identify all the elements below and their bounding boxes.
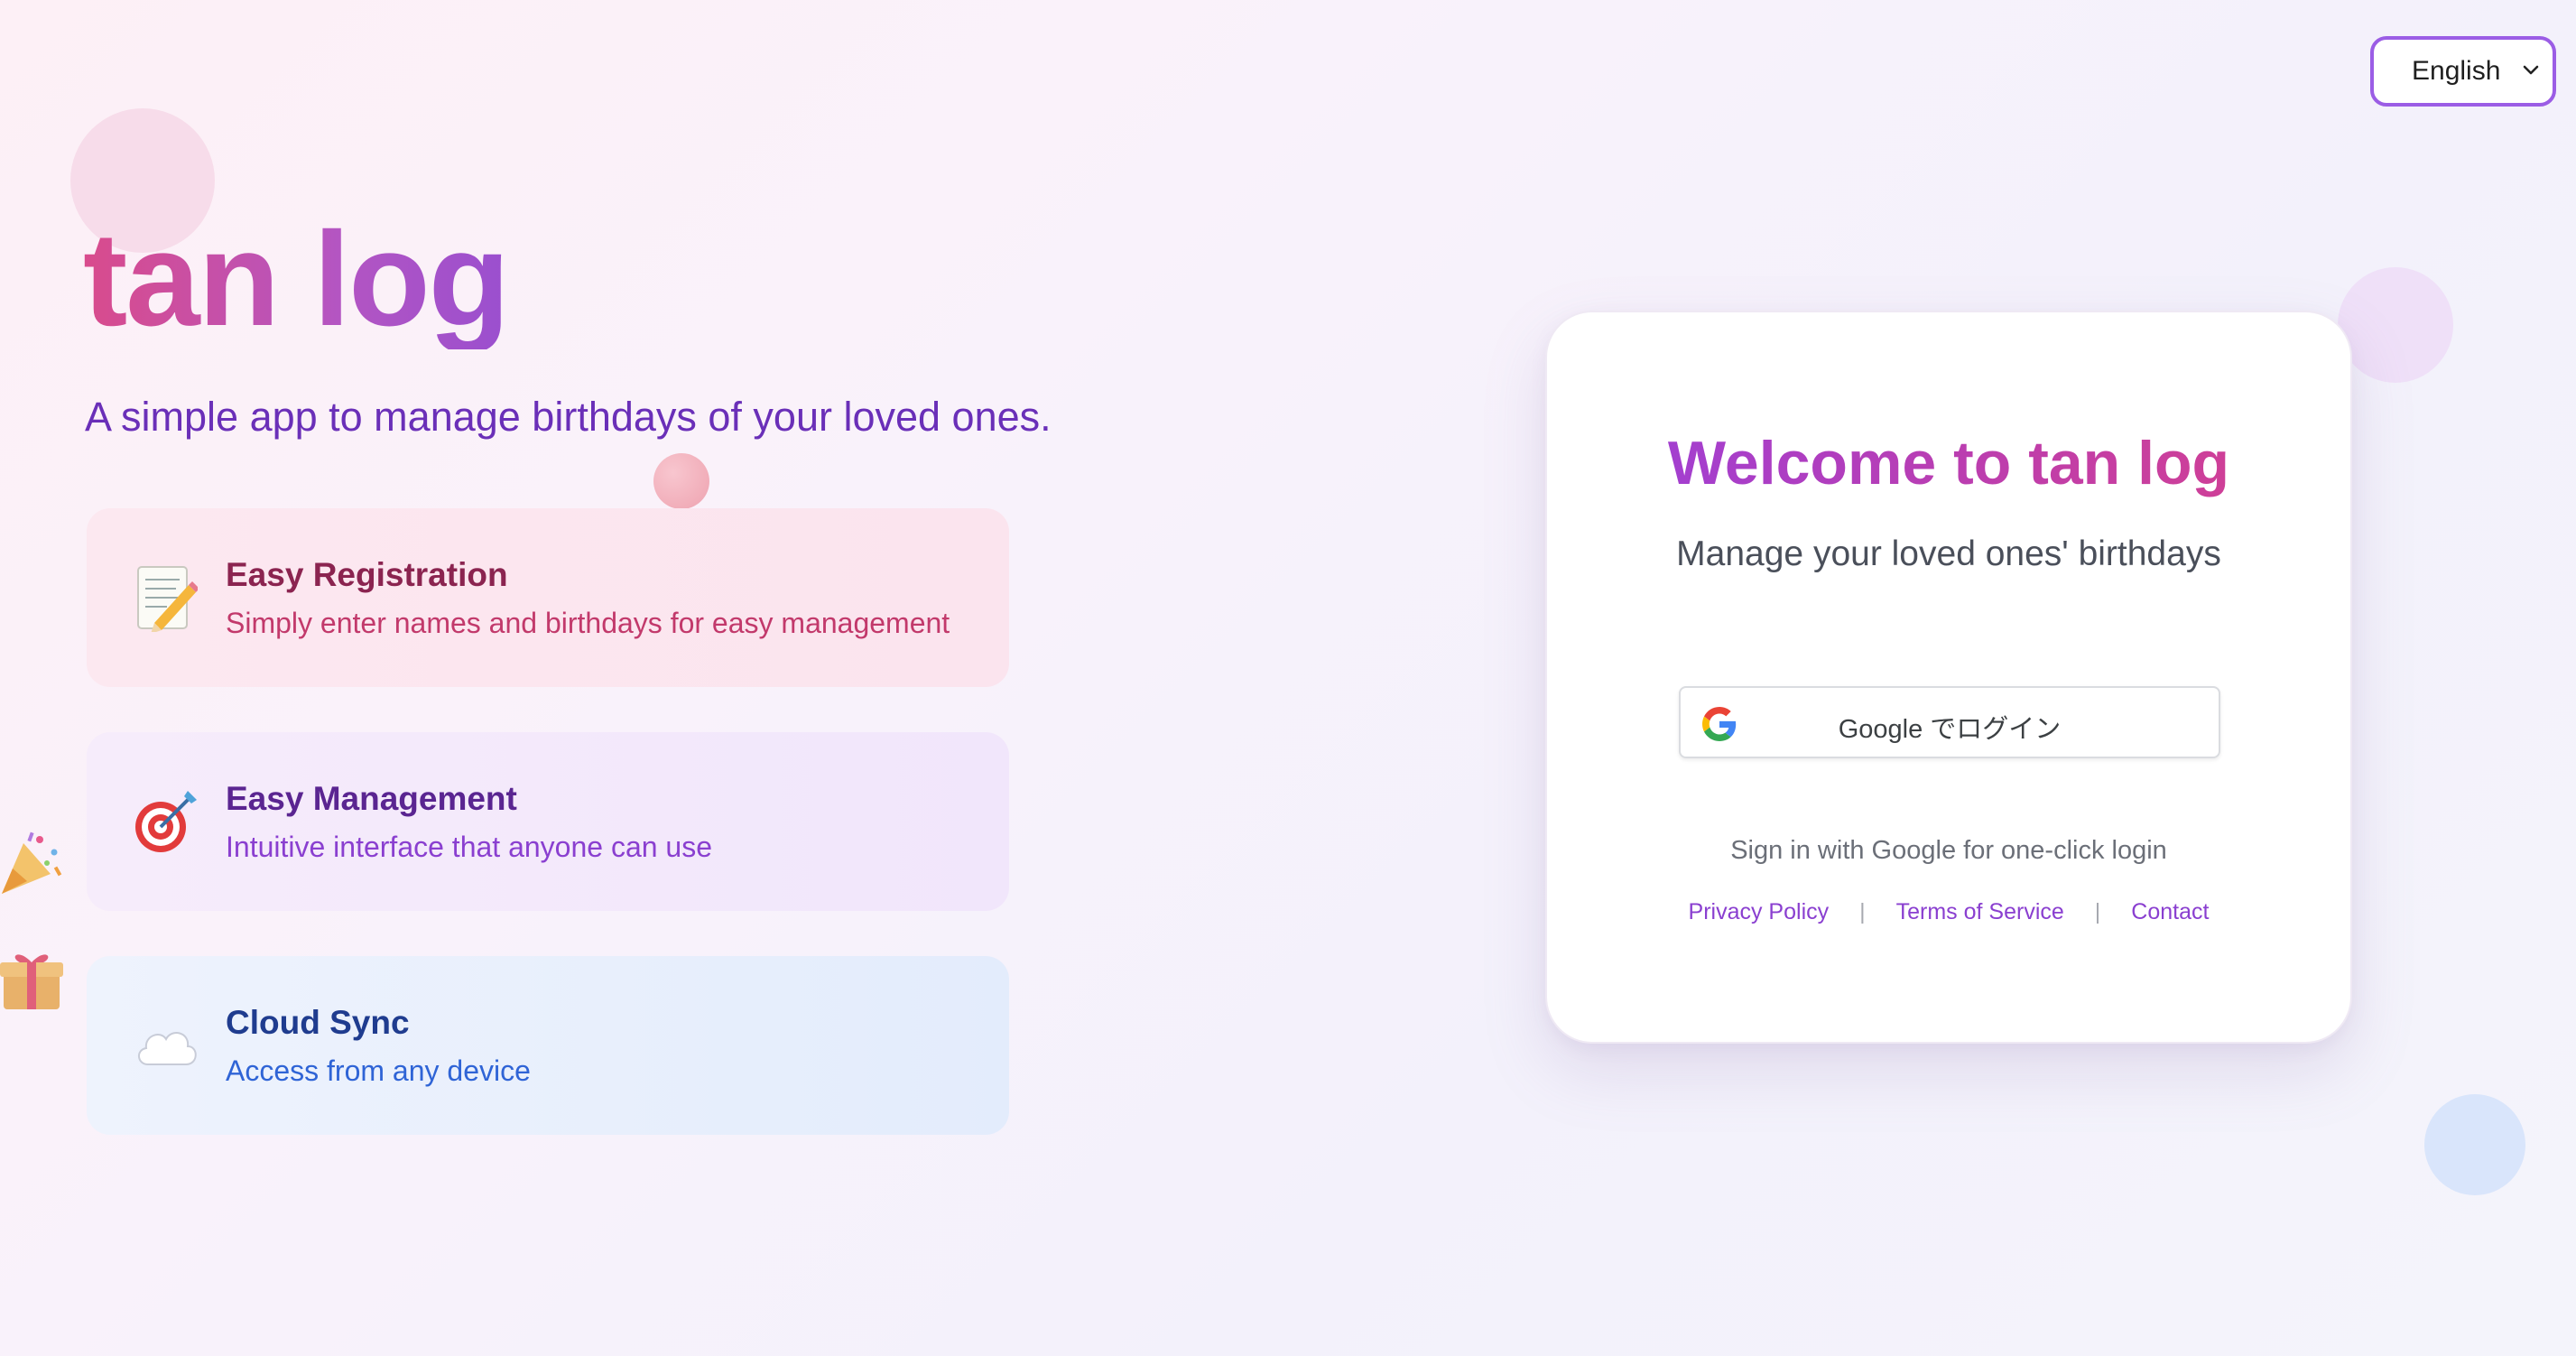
decorative-circle (2338, 267, 2453, 383)
login-title: Welcome to tan log (1547, 428, 2350, 498)
login-subtitle: Manage your loved ones' birthdays (1676, 534, 2221, 573)
feature-title: Easy Registration (226, 555, 508, 593)
feature-title: Cloud Sync (226, 1003, 410, 1041)
footer-links: Privacy Policy | Terms of Service | Cont… (1547, 899, 2350, 925)
decorative-circle (2424, 1094, 2525, 1195)
balloon-icon (653, 453, 709, 509)
feature-card-easy-registration: Easy Registration Simply enter names and… (87, 508, 1009, 687)
login-hint: Sign in with Google for one-click login (1730, 836, 2167, 865)
chevron-down-icon (2523, 65, 2539, 75)
target-dart-icon (130, 785, 202, 858)
contact-link[interactable]: Contact (2131, 899, 2209, 925)
feature-card-cloud-sync: Cloud Sync Access from any device (87, 956, 1009, 1135)
login-card: Welcome to tan log Manage your loved one… (1545, 311, 2352, 1044)
feature-description: Simply enter names and birthdays for eas… (226, 606, 950, 639)
google-login-button[interactable]: Google でログイン (1679, 686, 2220, 758)
memo-pencil-icon (130, 562, 202, 634)
party-popper-icon (2, 831, 62, 894)
language-select-value: English (2412, 56, 2501, 86)
link-separator: | (1859, 899, 1866, 924)
feature-title: Easy Management (226, 779, 517, 817)
feature-description: Access from any device (226, 1054, 531, 1087)
cloud-icon (130, 1009, 202, 1082)
terms-of-service-link[interactable]: Terms of Service (1896, 899, 2064, 925)
google-login-label: Google でログイン (1838, 715, 2062, 744)
feature-description: Intuitive interface that anyone can use (226, 830, 713, 863)
privacy-policy-link[interactable]: Privacy Policy (1689, 899, 1830, 925)
app-title: tan log (83, 205, 510, 354)
language-select[interactable]: English (2370, 36, 2556, 107)
feature-card-easy-management: Easy Management Intuitive interface that… (87, 732, 1009, 911)
link-separator: | (2094, 899, 2101, 924)
gift-icon (0, 954, 63, 1009)
app-tagline: A simple app to manage birthdays of your… (85, 394, 1052, 440)
